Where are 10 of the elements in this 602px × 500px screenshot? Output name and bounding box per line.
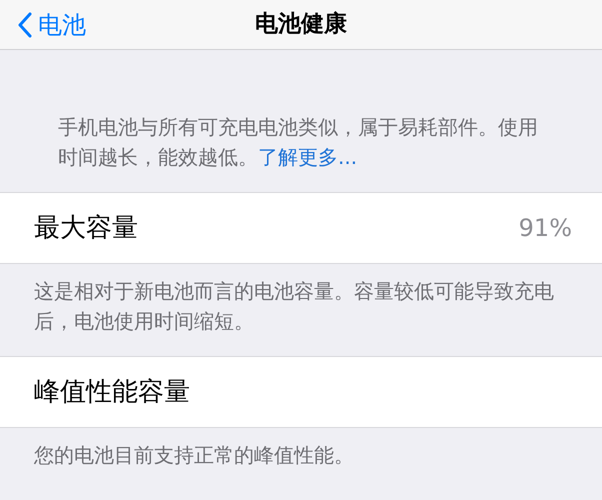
back-button[interactable]: 电池 xyxy=(0,6,86,42)
row-value: 91% xyxy=(518,213,572,244)
row-label: 最大容量 xyxy=(34,212,138,244)
description-text: 手机电池与所有可充电电池类似，属于易耗部件。使用时间越长，能效越低。了解更多... xyxy=(57,114,539,171)
footer-text: 这是相对于新电池而言的电池容量。容量较低可能导致充电后，电池使用时间缩短。 xyxy=(33,278,555,335)
learn-more-link[interactable]: 了解更多... xyxy=(258,145,358,169)
row-label: 峰值性能容量 xyxy=(34,376,190,408)
page-title: 电池健康 xyxy=(255,10,347,40)
footer-text: 您的电池目前支持正常的峰值性能。 xyxy=(33,442,355,469)
chevron-left-icon xyxy=(18,12,32,38)
